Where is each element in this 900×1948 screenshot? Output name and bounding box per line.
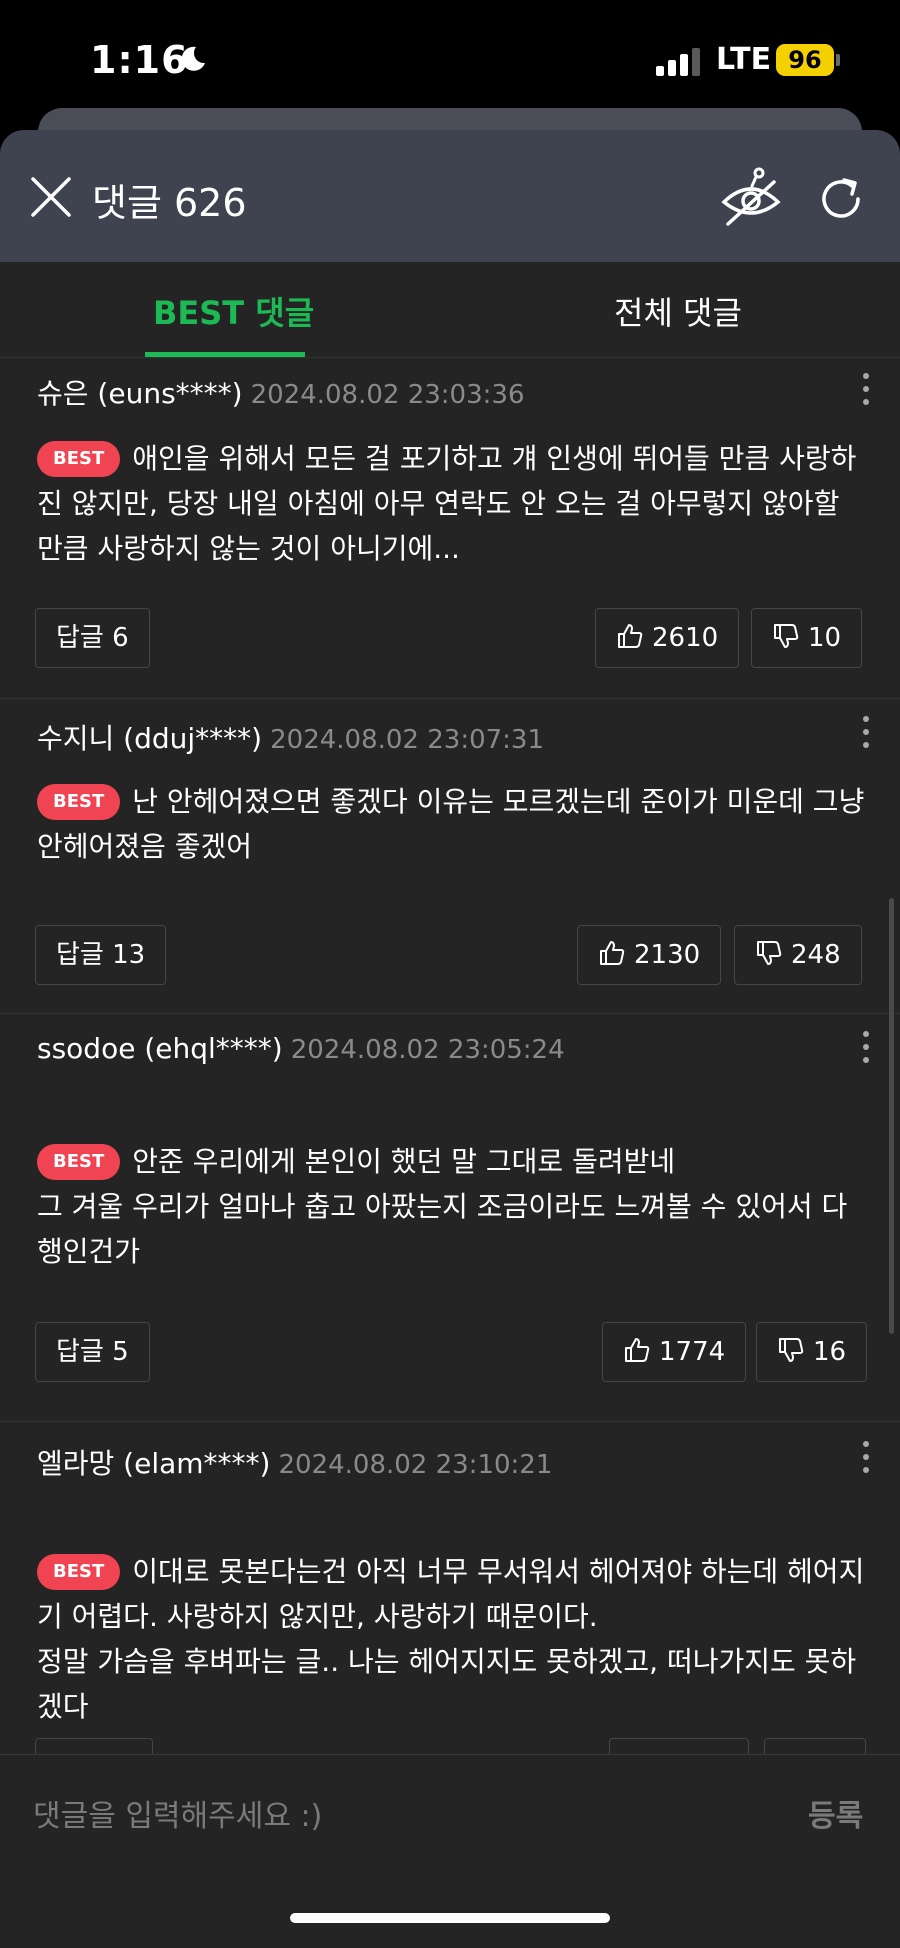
- thumbs-up-icon: [625, 1338, 650, 1362]
- home-indicator: [290, 1913, 610, 1923]
- dislike-button[interactable]: 16: [756, 1322, 868, 1382]
- comment-text: 난 안헤어졌으면 좋겠다 이유는 모르겠는데 준이가 미운데 그냥 안헤어졌음 …: [37, 785, 865, 863]
- like-count: 2130: [634, 940, 701, 970]
- dislike-button[interactable]: 248: [734, 925, 862, 985]
- comment-author: ssodoe (ehql****): [37, 1032, 283, 1065]
- tab-all-comments[interactable]: 전체 댓글: [614, 288, 742, 334]
- comment-author: 슈은 (euns****): [37, 377, 243, 410]
- like-button[interactable]: 2610: [595, 608, 740, 668]
- scrollbar[interactable]: [889, 898, 894, 1334]
- reply-label: 답글 5: [56, 1337, 129, 1367]
- more-options-icon[interactable]: [862, 372, 870, 406]
- reply-button[interactable]: 답글 6: [35, 608, 150, 668]
- thumbs-up-icon: [600, 941, 625, 965]
- comments-header: 댓글 626: [0, 130, 900, 262]
- status-time: 1:16: [90, 38, 189, 82]
- comment-input[interactable]: 댓글을 입력해주세요 :): [33, 1791, 322, 1835]
- thumbs-down-icon: [779, 1338, 804, 1362]
- comment-item: 슈은 (euns****) 2024.08.02 23:03:36 BEST 애인을…: [0, 358, 900, 699]
- best-badge: BEST: [37, 784, 121, 820]
- dislike-count: 10: [808, 623, 842, 653]
- comment-input-bar: 댓글을 입력해주세요 :) 등록: [0, 1754, 900, 1948]
- active-tab-indicator: [145, 352, 305, 357]
- like-button[interactable]: 2130: [577, 925, 722, 985]
- more-options-icon[interactable]: [862, 1030, 870, 1064]
- battery-indicator: 96: [776, 44, 834, 76]
- close-icon[interactable]: [30, 176, 72, 218]
- comment-author: 수지니 (dduj****): [37, 722, 263, 755]
- reply-label: 답글 6: [56, 623, 129, 653]
- comment-date: 2024.08.02 23:05:24: [290, 1035, 565, 1065]
- hide-comments-icon[interactable]: [718, 166, 784, 230]
- status-bar: 1:16 LTE 96: [0, 0, 900, 120]
- comment-text: 이대로 못본다는건 아직 너무 무서워서 헤어져야 하는데 헤어지기 어렵다. …: [37, 1555, 865, 1723]
- reply-button[interactable]: 답글 5: [35, 1322, 150, 1382]
- comment-meta: ssodoe (ehql****) 2024.08.02 23:05:24: [37, 1032, 565, 1065]
- refresh-icon[interactable]: [816, 174, 866, 224]
- reply-button[interactable]: 답글 13: [35, 925, 167, 985]
- comment-text: 애인을 위해서 모든 걸 포기하고 걔 인생에 뛰어들 만큼 사랑하진 않지만,…: [37, 442, 857, 565]
- thumbs-down-icon: [774, 624, 799, 648]
- page-title: 댓글 626: [92, 181, 247, 225]
- moon-icon: [181, 46, 205, 71]
- comment-meta: 슈은 (euns****) 2024.08.02 23:03:36: [37, 372, 524, 412]
- comment-body: BEST 안준 우리에게 본인이 했던 말 그대로 돌려받네 그 겨울 우리가 얼…: [37, 1094, 867, 1274]
- more-options-icon[interactable]: [862, 715, 870, 749]
- submit-button[interactable]: 등록: [808, 1791, 863, 1835]
- comment-text: 안준 우리에게 본인이 했던 말 그대로 돌려받네 그 겨울 우리가 얼마나 춥…: [37, 1145, 848, 1268]
- like-button[interactable]: 1774: [602, 1322, 747, 1382]
- best-badge: BEST: [37, 1554, 121, 1590]
- dislike-count: 248: [791, 940, 841, 970]
- signal-icon: [656, 48, 700, 76]
- comment-tabs: BEST 댓글 전체 댓글: [0, 262, 900, 358]
- comment-body: BEST 난 안헤어졌으면 좋겠다 이유는 모르겠는데 준이가 미운데 그냥 안헤…: [37, 779, 867, 869]
- comment-body: BEST 이대로 못본다는건 아직 너무 무서워서 헤어져야 하는데 헤어지기 어…: [37, 1504, 867, 1729]
- comment-date: 2024.08.02 23:07:31: [270, 725, 545, 755]
- battery-tip: [836, 54, 840, 66]
- comment-list[interactable]: 슈은 (euns****) 2024.08.02 23:03:36 BEST 애인을…: [0, 358, 900, 1754]
- comment-body: BEST 애인을 위해서 모든 걸 포기하고 걔 인생에 뛰어들 만큼 사랑하진 …: [37, 436, 867, 571]
- like-button[interactable]: [609, 1738, 749, 1754]
- dislike-count: 16: [813, 1337, 847, 1367]
- comment-meta: 수지니 (dduj****) 2024.08.02 23:07:31: [37, 717, 544, 757]
- thumbs-down-icon: [757, 941, 782, 965]
- comment-date: 2024.08.02 23:10:21: [278, 1450, 553, 1480]
- thumbs-up-icon: [618, 624, 643, 648]
- comment-item: ssodoe (ehql****) 2024.08.02 23:05:24 BES…: [0, 1014, 900, 1422]
- like-count: 2610: [652, 623, 719, 653]
- comment-date: 2024.08.02 23:03:36: [250, 380, 525, 410]
- best-badge: BEST: [37, 1144, 121, 1180]
- comment-item: 엘라망 (elam****) 2024.08.02 23:10:21 BEST 이대…: [0, 1422, 900, 1754]
- reply-label: 답글 13: [56, 940, 146, 970]
- like-count: 1774: [659, 1337, 726, 1367]
- comment-meta: 엘라망 (elam****) 2024.08.02 23:10:21: [37, 1442, 552, 1482]
- dislike-button[interactable]: 10: [751, 608, 863, 668]
- network-label: LTE: [716, 42, 772, 77]
- tab-best-comments[interactable]: BEST 댓글: [153, 288, 314, 334]
- dislike-button[interactable]: [764, 1738, 866, 1754]
- comment-author: 엘라망 (elam****): [37, 1447, 271, 1480]
- reply-button[interactable]: [35, 1738, 153, 1754]
- best-badge: BEST: [37, 441, 121, 477]
- more-options-icon[interactable]: [862, 1440, 870, 1474]
- comment-item: 수지니 (dduj****) 2024.08.02 23:07:31 BEST 난 …: [0, 699, 900, 1014]
